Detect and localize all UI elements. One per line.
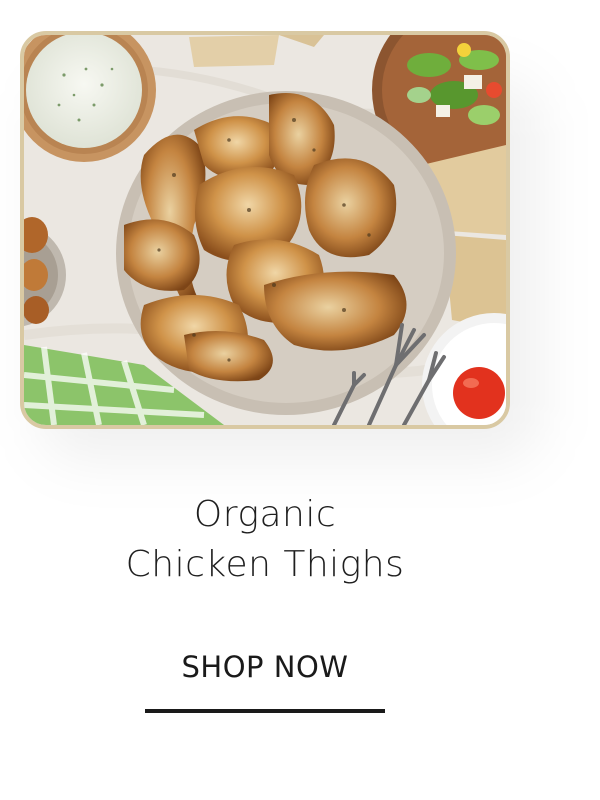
product-title: Organic Chicken Thighs — [0, 490, 530, 590]
shop-now-label: SHOP NOW — [181, 650, 349, 684]
product-title-line2: Chicken Thighs — [125, 544, 405, 585]
shop-now-button[interactable]: SHOP NOW — [145, 645, 385, 715]
product-image[interactable] — [20, 31, 510, 429]
product-title-line1: Organic — [193, 494, 337, 535]
roast-chicken-illustration — [24, 35, 506, 425]
shop-now-underline — [145, 709, 385, 713]
product-card: Organic Chicken Thighs SHOP NOW — [0, 0, 600, 800]
